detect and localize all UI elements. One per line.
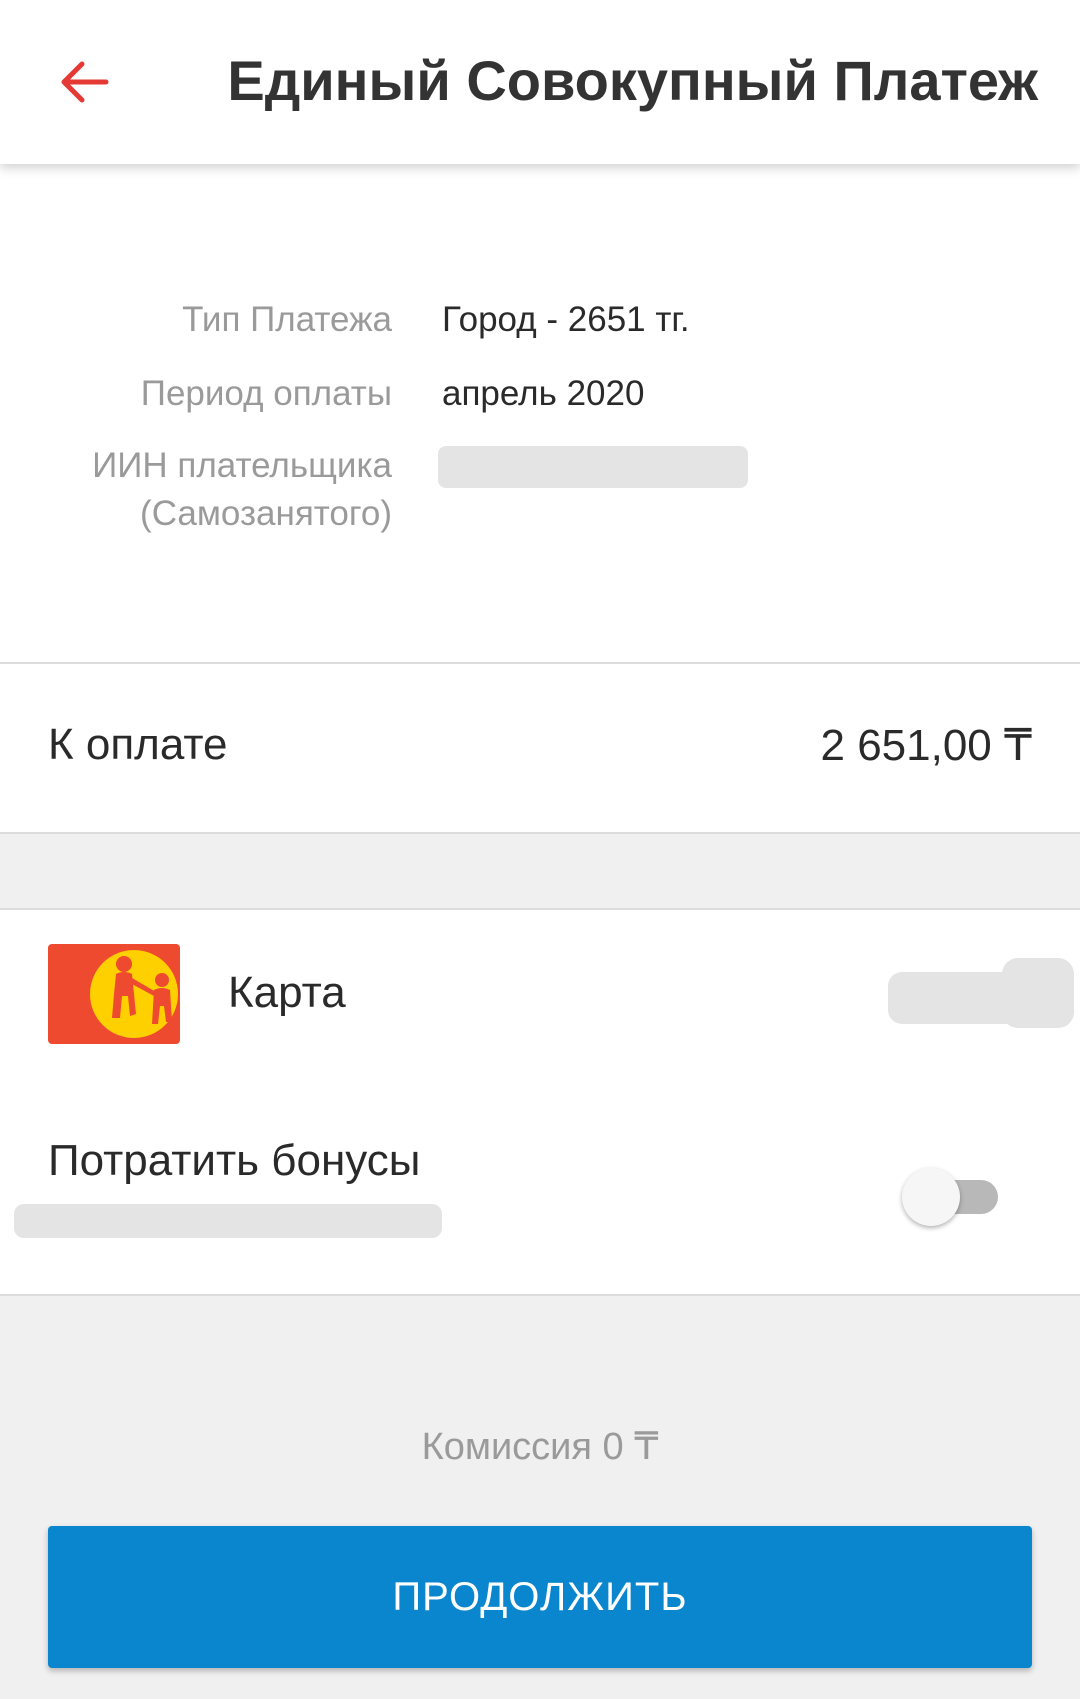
app-header: Единый Совокупный Платеж [0, 0, 1080, 164]
redacted-card-number-part [1002, 958, 1074, 1028]
toggle-knob [902, 1168, 960, 1226]
spend-bonuses-row: Потратить бонусы [0, 1080, 1080, 1296]
payment-card-selector[interactable]: Карта [0, 908, 1080, 1082]
payment-type-value: Город - 2651 тг. [442, 300, 690, 339]
arrow-left-icon [61, 61, 109, 103]
back-button[interactable] [52, 50, 116, 114]
amount-due-row: К оплате 2 651,00 ₸ [0, 664, 1080, 834]
payment-period-value: апрель 2020 [442, 374, 645, 413]
page-title: Единый Совокупный Платеж [227, 49, 1038, 112]
payment-type-label: Тип Платежа [182, 300, 392, 339]
continue-button[interactable]: ПРОДОЛЖИТЬ [48, 1526, 1032, 1668]
redacted-bonus-balance [14, 1204, 442, 1238]
card-logo-icon [48, 944, 180, 1044]
payment-period-label: Период оплаты [140, 374, 392, 413]
spend-bonuses-toggle[interactable] [902, 1164, 998, 1228]
redacted-iin-value [438, 446, 748, 488]
commission-text: Комиссия 0 ₸ [421, 1426, 659, 1468]
payment-info-section: Тип Платежа Город - 2651 тг. Период опла… [0, 164, 1080, 664]
spend-bonuses-label: Потратить бонусы [48, 1136, 421, 1185]
card-label: Карта [228, 968, 346, 1017]
amount-due-value: 2 651,00 ₸ [820, 721, 1033, 770]
amount-due-label: К оплате [48, 720, 228, 769]
payer-iin-label: ИИН плательщика (Самозанятого) [92, 446, 392, 533]
